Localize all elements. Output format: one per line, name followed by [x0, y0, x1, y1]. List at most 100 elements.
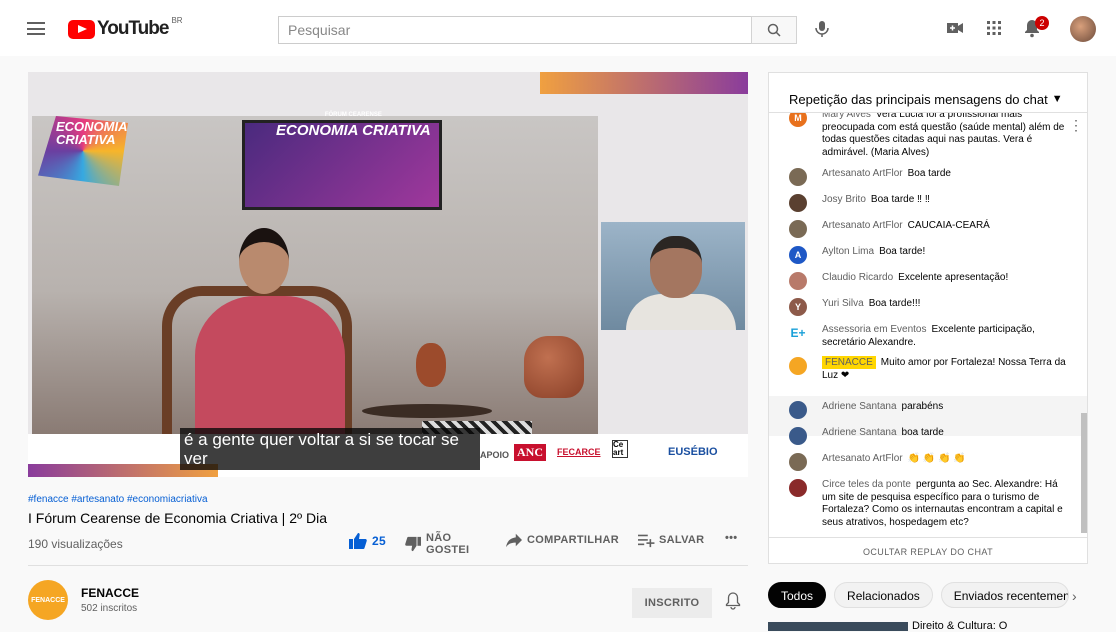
chat-message-body: Josy Brito Boa tarde ‼ ‼ [822, 194, 930, 212]
chat-author-name[interactable]: FENACCE [822, 356, 876, 369]
chat-author-name[interactable]: Claudio Ricardo [822, 272, 893, 283]
account-avatar[interactable] [1070, 16, 1096, 42]
guest-face [650, 236, 702, 298]
chat-author-name[interactable]: Yuri Silva [822, 298, 864, 309]
channel-notifications-button[interactable] [725, 592, 741, 615]
thumbs-up-icon [349, 533, 367, 549]
chat-author-avatar[interactable]: A [789, 246, 807, 264]
like-button[interactable]: 25 [348, 532, 386, 550]
share-button[interactable]: COMPARTILHAR [505, 532, 619, 548]
chat-author-avatar[interactable] [789, 357, 807, 375]
sponsor-ceart: Ce art [612, 440, 628, 458]
chat-message: Artesanato ArtFlor Boa tarde [789, 168, 1069, 186]
chat-author-name[interactable]: Aylton Lima [822, 246, 874, 257]
share-label: COMPARTILHAR [527, 534, 619, 546]
chat-author-name[interactable]: Mary Alves [822, 113, 871, 120]
hide-chat-replay-button[interactable]: OCULTAR REPLAY DO CHAT [769, 537, 1087, 563]
chat-author-avatar[interactable] [789, 194, 807, 212]
chat-author-avatar[interactable] [789, 479, 807, 497]
chat-message-text: CAUCAIA-CEARÁ [907, 220, 990, 231]
chat-author-avatar[interactable]: E+ [789, 324, 807, 342]
vase-large [524, 336, 584, 398]
divider [28, 565, 748, 566]
chat-message-body: Artesanato ArtFlor Boa tarde [822, 168, 951, 186]
chat-author-avatar[interactable] [789, 401, 807, 419]
chat-message-body: Yuri Silva Boa tarde!!! [822, 298, 920, 316]
search-button[interactable] [751, 16, 797, 44]
youtube-logo[interactable]: YouTube BR [68, 15, 183, 40]
playlist-add-icon [638, 534, 655, 548]
chat-author-name[interactable]: Artesanato ArtFlor [822, 168, 903, 179]
channel-name[interactable]: FENACCE [81, 586, 139, 600]
event-logo-text: ECONOMIA CRIATIVA [56, 119, 128, 147]
chat-message: Artesanato ArtFlor CAUCAIA-CEARÁ [789, 220, 1069, 238]
chevron-right-icon[interactable]: › [1072, 588, 1077, 604]
chat-author-avatar[interactable] [789, 168, 807, 186]
chat-author-avatar[interactable] [789, 427, 807, 445]
chat-message-text: boa tarde [901, 427, 944, 438]
presenter-head [239, 228, 289, 294]
video-player[interactable]: FÓRUM CEARENSE ECONOMIA CRIATIVA ECONOMI… [28, 72, 748, 477]
chat-author-avatar[interactable] [789, 272, 807, 290]
chat-author-avatar[interactable]: M [789, 113, 807, 127]
country-code: BR [171, 15, 183, 25]
live-chat-replay: Repetição das principais mensagens do ch… [768, 72, 1088, 564]
play-logo-icon [68, 19, 95, 39]
chat-message-body: Mary Alves Vera Lúcia foi a profissional … [822, 113, 1069, 159]
chat-author-avatar[interactable]: Y [789, 298, 807, 316]
sponsor-eusebio: EUSÉBIO [668, 446, 718, 458]
save-button[interactable]: SALVAR [637, 532, 704, 548]
more-actions-button[interactable]: ••• [725, 532, 737, 544]
channel-avatar[interactable]: FENACCE [28, 580, 68, 620]
dislike-button[interactable]: NÃO GOSTEI [404, 532, 470, 556]
chat-message: FENACCE Muito amor por Fortaleza! Nossa T… [789, 356, 1069, 382]
chat-mode-label: Repetição das principais mensagens do ch… [789, 91, 1048, 107]
apps-button[interactable] [984, 18, 1004, 43]
create-video-button[interactable] [945, 18, 965, 43]
related-filter-chips: Todos Relacionados Enviados recentemente [768, 582, 1069, 608]
chat-author-name[interactable]: Adriene Santana [822, 427, 897, 438]
chat-message-text: Boa tarde! [879, 246, 926, 257]
chat-author-name[interactable]: Assessoria em Eventos [822, 324, 927, 335]
chat-message-body: Adriene Santana parabéns [822, 401, 943, 419]
chip-todos[interactable]: Todos [768, 582, 827, 608]
share-arrow-icon [506, 533, 522, 548]
chat-author-name[interactable]: Josy Brito [822, 194, 866, 205]
bell-outline-icon [725, 592, 741, 610]
save-label: SALVAR [659, 534, 705, 546]
tv-subtitle: FÓRUM CEARENSE [324, 112, 382, 118]
chip-enviados-recentemente[interactable]: Enviados recentemente [940, 582, 1069, 608]
chat-message-body: Aylton Lima Boa tarde! [822, 246, 925, 264]
subscribe-button[interactable]: INSCRITO [632, 588, 712, 618]
chat-scrollbar[interactable] [1081, 413, 1087, 533]
video-caption: é a gente quer voltar a si se tocar se v… [180, 428, 480, 470]
dislike-label: NÃO GOSTEI [426, 532, 470, 556]
voice-search-button[interactable] [812, 19, 836, 43]
chat-message-text: Boa tarde [907, 168, 951, 179]
logo-text: YouTube [97, 18, 169, 39]
search-input[interactable]: Pesquisar [278, 16, 752, 44]
message-menu-icon[interactable]: ⋮ [1069, 117, 1083, 134]
chat-author-name[interactable]: Circe teles da ponte [822, 479, 911, 490]
vase-small [416, 343, 446, 387]
chat-message: Artesanato ArtFlor 👏 👏 👏 👏 [789, 453, 1069, 471]
sponsor-anc: ANC [514, 444, 546, 461]
chat-header[interactable]: Repetição das principais mensagens do ch… [769, 73, 1087, 113]
chat-author-name[interactable]: Adriene Santana [822, 401, 897, 412]
chat-message: M Mary Alves Vera Lúcia foi a profissional… [789, 113, 1069, 159]
hashtags[interactable]: #fenacce #artesanato #economiacriativa [28, 494, 208, 505]
chat-message-body: Adriene Santana boa tarde [822, 427, 944, 445]
menu-icon[interactable] [27, 22, 45, 35]
chat-message-body: Artesanato ArtFlor CAUCAIA-CEARÁ [822, 220, 990, 238]
tv-title: FÓRUM CEARENSE ECONOMIA CRIATIVA [276, 108, 431, 138]
related-video-title[interactable]: Direito & Cultura: O [912, 620, 1007, 632]
chat-author-avatar[interactable] [789, 220, 807, 238]
related-video-thumbnail[interactable] [768, 622, 908, 631]
chevron-down-icon: ▼ [1051, 93, 1063, 105]
chat-author-name[interactable]: Artesanato ArtFlor [822, 220, 903, 231]
chat-author-name[interactable]: Artesanato ArtFlor [822, 453, 903, 464]
apps-grid-icon [987, 21, 1001, 35]
chat-author-avatar[interactable] [789, 453, 807, 471]
chat-message: Y Yuri Silva Boa tarde!!! [789, 298, 1069, 316]
chip-relacionados[interactable]: Relacionados [834, 582, 933, 608]
